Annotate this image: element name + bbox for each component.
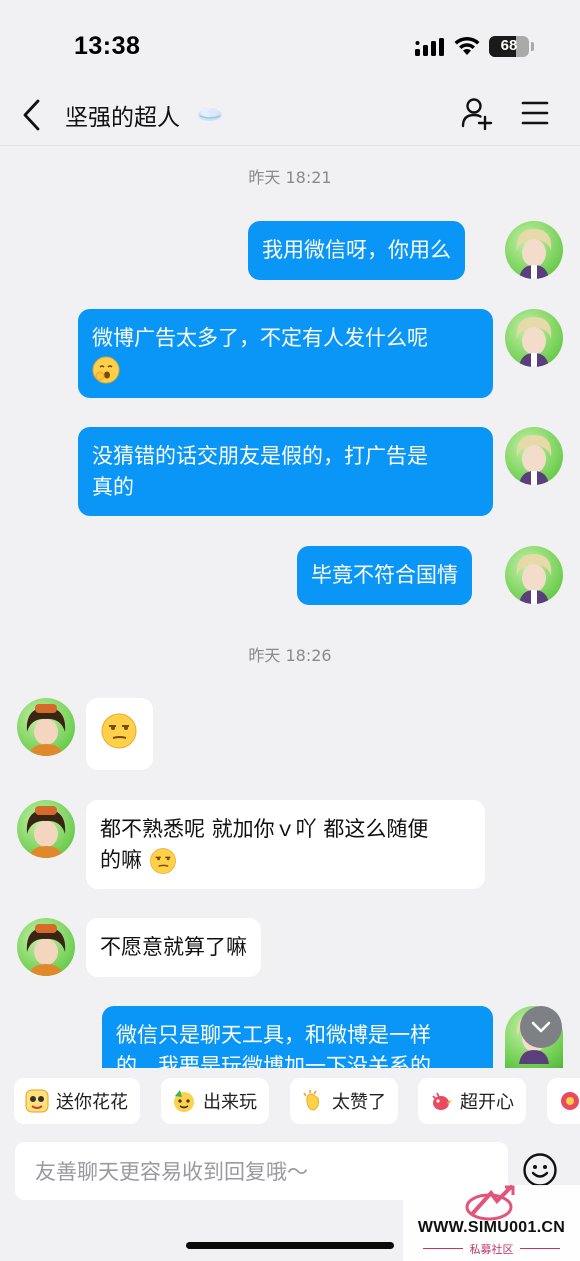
peer-avatar[interactable] [17, 698, 75, 756]
peer-avatar[interactable] [17, 918, 75, 976]
message-bubble[interactable] [86, 698, 153, 770]
smirk-emoji-icon [149, 848, 176, 874]
watermark-divider [520, 1248, 560, 1249]
sticker-icon [561, 1092, 579, 1110]
message-text-line2: 的嘛 [100, 848, 142, 872]
my-avatar[interactable] [505, 309, 563, 367]
battery-icon: 68 [489, 36, 529, 57]
add-friend-button[interactable] [461, 96, 493, 130]
message-bubble[interactable]: 微信只是聊天工具，和微博是一样 的，我要是玩微博加一下没关系的 [102, 1006, 493, 1068]
flower-gift-icon [25, 1089, 49, 1113]
watermark-logo [465, 1185, 515, 1221]
smirk-emoji-icon [101, 713, 137, 749]
cloud-icon [198, 107, 222, 121]
message-bubble[interactable]: 没猜错的话交朋友是假的，打广告是 真的 [78, 427, 493, 516]
quick-reply-label: 超开心 [460, 1092, 514, 1113]
watermark-url: WWW.SIMU001.CN [417, 1219, 566, 1236]
watermark: WWW.SIMU001.CN 私募社区 [403, 1185, 580, 1261]
my-avatar[interactable] [505, 427, 563, 485]
signal-icon [415, 38, 444, 56]
my-avatar[interactable] [505, 221, 563, 279]
quick-reply-label: 出来玩 [203, 1092, 257, 1113]
message-bubble[interactable]: 毕竟不符合国情 [297, 546, 472, 605]
quick-reply-flowers[interactable]: 送你花花 [14, 1078, 140, 1124]
wifi-icon [454, 36, 480, 55]
home-indicator [186, 1242, 394, 1249]
message-text: 我用微信呀，你用么 [262, 238, 451, 262]
input-placeholder: 友善聊天更容易收到回复哦～ [35, 1160, 308, 1184]
timestamp: 昨天 18:26 [248, 646, 332, 665]
message-text: 毕竟不符合国情 [311, 563, 458, 587]
message-bubble[interactable]: 微博广告太多了，不定有人发什么呢 [78, 309, 493, 398]
message-text-line1: 微信只是聊天工具，和微博是一样 [116, 1023, 431, 1047]
watermark-subtitle: 私募社区 [469, 1243, 514, 1256]
party-face-icon [174, 1090, 194, 1112]
message-text: 不愿意就算了嘛 [100, 935, 247, 959]
message-bubble[interactable]: 我用微信呀，你用么 [248, 221, 465, 280]
quick-reply-bar: 送你花花 出来玩 太赞了 超开心 [0, 1068, 580, 1136]
timestamp: 昨天 18:21 [248, 168, 332, 187]
quick-reply-more[interactable] [547, 1078, 580, 1124]
quick-reply-label: 送你花花 [56, 1092, 128, 1113]
scroll-down-button[interactable] [520, 1006, 562, 1048]
menu-button[interactable] [521, 100, 549, 126]
chat-header: 坚强的超人 [0, 90, 580, 146]
chat-title: 坚强的超人 [65, 105, 180, 131]
peer-avatar[interactable] [17, 800, 75, 858]
status-time: 13:38 [74, 32, 141, 60]
quick-reply-awesome[interactable]: 太赞了 [290, 1078, 398, 1124]
battery-nub [531, 42, 534, 51]
message-text-line1: 没猜错的话交朋友是假的，打广告是 [92, 444, 428, 468]
message-bubble[interactable]: 都不熟悉呢 就加你ｖ吖 都这么随便 的嘛 [86, 800, 485, 889]
yawn-emoji-icon [92, 356, 120, 384]
clap-icon [303, 1090, 319, 1111]
happy-bird-icon [432, 1092, 452, 1110]
message-bubble[interactable]: 不愿意就算了嘛 [86, 918, 261, 977]
emoji-button[interactable] [522, 1152, 558, 1188]
quick-reply-happy[interactable]: 超开心 [418, 1078, 526, 1124]
quick-reply-go-out[interactable]: 出来玩 [161, 1078, 269, 1124]
status-bar: 13:38 68 [0, 0, 580, 90]
quick-reply-label: 太赞了 [332, 1092, 386, 1113]
chevron-down-icon [531, 1021, 551, 1033]
message-text-line2: 的，我要是玩微博加一下没关系的 [116, 1054, 431, 1068]
message-text-line1: 都不熟悉呢 就加你ｖ吖 都这么随便 [100, 817, 429, 841]
battery-percent: 68 [500, 37, 518, 54]
message-text: 微博广告太多了，不定有人发什么呢 [92, 326, 428, 350]
back-button[interactable] [18, 98, 46, 132]
my-avatar[interactable] [505, 546, 563, 604]
message-text-line2: 真的 [92, 475, 134, 499]
